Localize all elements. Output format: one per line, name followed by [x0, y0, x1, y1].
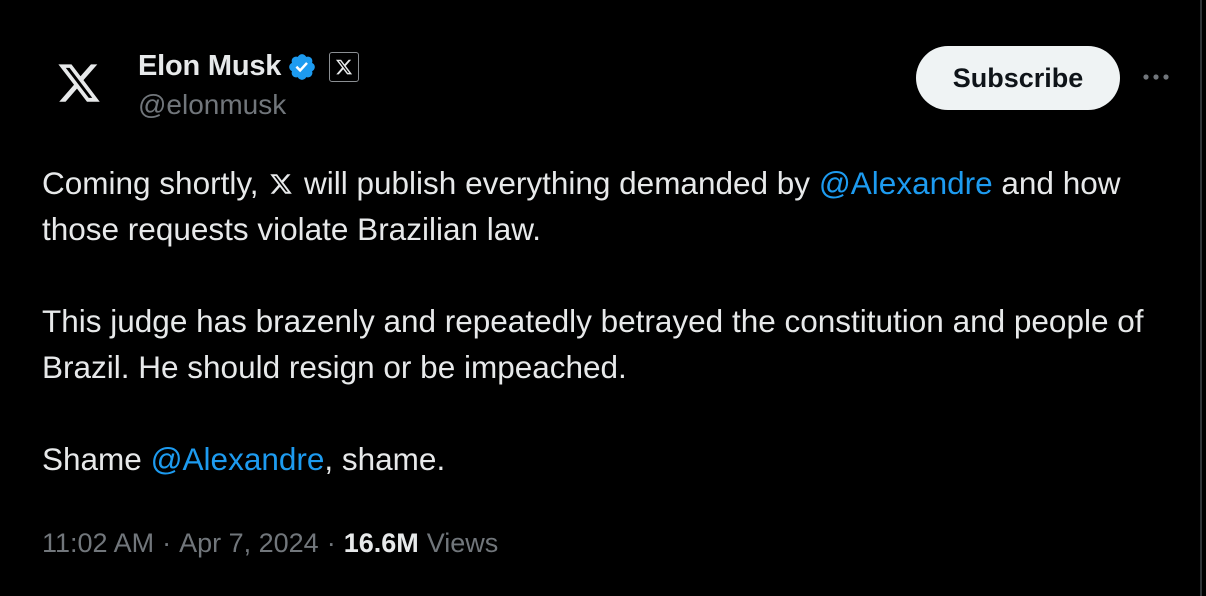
tweet-time[interactable]: 11:02 AM — [42, 528, 154, 559]
tweet-text-segment: Shame — [42, 441, 151, 477]
tweet-date[interactable]: Apr 7, 2024 — [179, 528, 319, 559]
x-logo-icon — [336, 59, 353, 74]
tweet-paragraph: This judge has brazenly and repeatedly b… — [42, 298, 1172, 390]
author-display-name[interactable]: Elon Musk — [138, 50, 281, 83]
tweet-text-segment: , shame. — [324, 441, 446, 477]
x-affiliate-badge-icon[interactable] — [329, 51, 360, 82]
views-label[interactable]: Views — [427, 528, 499, 559]
x-logo-icon — [270, 174, 293, 194]
tweet-text-segment: This judge has brazenly and repeatedly b… — [42, 303, 1144, 385]
subscribe-button[interactable]: Subscribe — [916, 46, 1120, 110]
author-handle[interactable]: @elonmusk — [138, 89, 286, 121]
author-name-row: Elon Musk — [138, 50, 360, 83]
verified-badge-icon[interactable] — [287, 52, 317, 82]
tweet-text-segment: Coming shortly, — [42, 165, 268, 201]
x-logo-icon — [58, 64, 100, 102]
tweet-text-segment: will publish everything demanded by — [295, 165, 819, 201]
tweet-text: Coming shortly, will publish everything … — [42, 160, 1172, 482]
views-count[interactable]: 16.6M — [344, 528, 419, 559]
mention-link[interactable]: @Alexandre — [819, 165, 993, 201]
tweet-meta: 11:02 AM · Apr 7, 2024 · 16.6M Views — [42, 528, 498, 559]
tweet-paragraph: Coming shortly, will publish everything … — [42, 160, 1172, 252]
tweet-paragraph: Shame @Alexandre, shame. — [42, 436, 1172, 482]
separator: · — [162, 528, 172, 558]
avatar[interactable] — [40, 44, 118, 122]
more-options-button[interactable] — [1136, 62, 1176, 92]
tweet-card: Elon Musk @elonmusk Subscribe Coming sho… — [0, 0, 1202, 596]
separator: · — [326, 528, 336, 558]
more-horizontal-icon — [1143, 74, 1169, 80]
mention-link[interactable]: @Alexandre — [151, 441, 325, 477]
